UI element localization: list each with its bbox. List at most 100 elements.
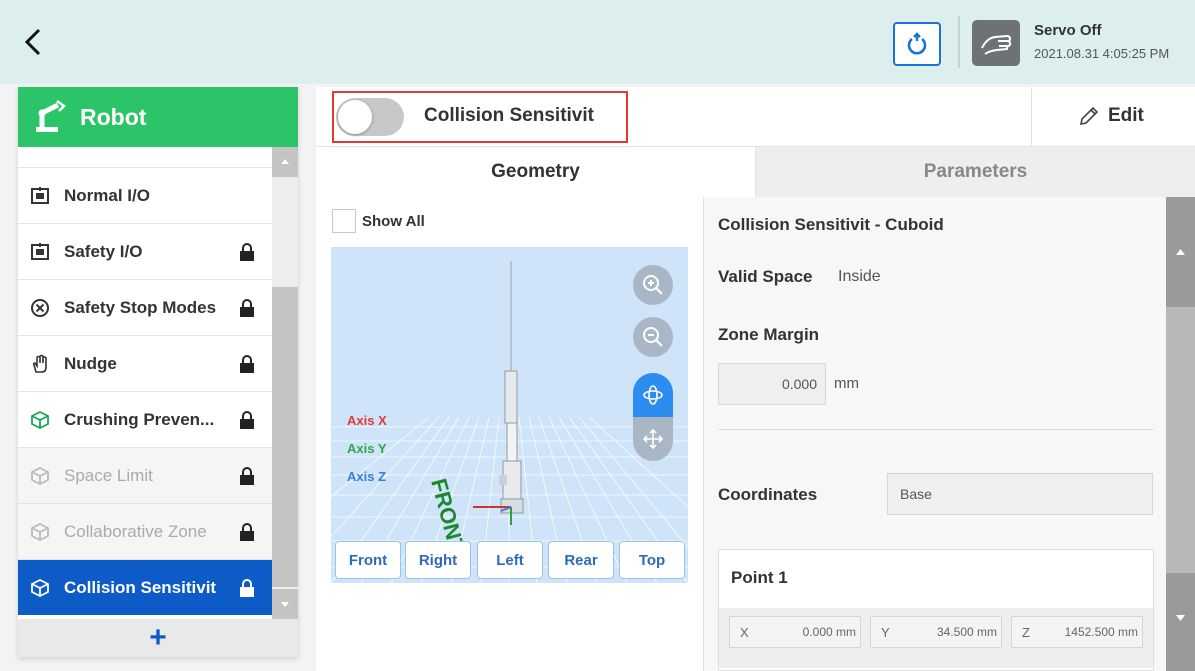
scroll-up-button[interactable]: [272, 147, 298, 177]
3d-viewer[interactable]: FRONT Axis X Axis Y Axis Z Front Right L…: [331, 247, 688, 583]
sidebar-item-space-limit[interactable]: Space Limit: [18, 447, 272, 503]
coordinates-select[interactable]: Base: [887, 473, 1153, 515]
reset-button[interactable]: [893, 22, 941, 66]
hand-icon: [30, 354, 50, 374]
sidebar: Robot Normal I/O Safety I/O Safety Stop …: [18, 87, 298, 657]
lock-icon: [240, 354, 254, 373]
io-port-icon: [30, 186, 50, 206]
lock-icon: [240, 410, 254, 429]
rotate-mode-button[interactable]: [633, 373, 673, 417]
refresh-icon: [907, 32, 927, 55]
zoom-in-icon: [643, 275, 663, 295]
point-1-z-field[interactable]: Z 1452.500 mm: [1011, 616, 1143, 648]
view-top-button[interactable]: Top: [619, 541, 685, 579]
zone-enable-toggle[interactable]: [336, 98, 404, 136]
scroll-down-button[interactable]: [272, 589, 298, 619]
sidebar-header: Robot: [18, 87, 298, 147]
zone-margin-input[interactable]: 0.000: [718, 363, 826, 405]
sidebar-item-label: Safety Stop Modes: [64, 297, 217, 317]
point-1-coordinates: X 0.000 mm Y 34.500 mm Z 1452.500 mm: [719, 608, 1153, 668]
scroll-down-button[interactable]: [1166, 573, 1195, 671]
rotate-icon: [643, 385, 663, 405]
triangle-down-icon: [1176, 615, 1185, 621]
chevron-left-icon: [24, 28, 41, 56]
robot-arm-icon: [36, 99, 66, 132]
cube-icon: [30, 410, 50, 430]
scroll-thumb[interactable]: [272, 287, 298, 587]
back-button[interactable]: [14, 22, 54, 62]
lock-icon: [240, 578, 254, 597]
show-all-option[interactable]: Show All: [332, 209, 425, 233]
axis-z-label: Axis Z: [347, 469, 387, 484]
edit-button[interactable]: Edit: [1078, 105, 1144, 127]
sidebar-item-label: Normal I/O: [64, 185, 150, 205]
coordinates-label: Coordinates: [718, 485, 818, 504]
cube-icon: [30, 466, 50, 486]
y-value: 34.500 mm: [936, 625, 997, 639]
view-right-button[interactable]: Right: [405, 541, 471, 579]
lock-icon: [240, 466, 254, 485]
pan-icon: [642, 428, 664, 450]
view-left-button[interactable]: Left: [477, 541, 543, 579]
scroll-up-button[interactable]: [1166, 197, 1195, 307]
io-port-icon: [30, 242, 50, 262]
stop-circle-icon: [30, 298, 50, 318]
cube-icon: [30, 578, 50, 598]
header-separator: [958, 16, 960, 68]
sidebar-item-collision-sensitivity[interactable]: Collision Sensitivit: [18, 559, 272, 615]
zone-title: Collision Sensitivit: [424, 105, 594, 126]
zone-details: Collision Sensitivit - Cuboid Valid Spac…: [704, 197, 1166, 671]
datetime: 2021.08.31 4:05:25 PM: [1034, 46, 1170, 61]
z-axis-label: Z: [1022, 624, 1030, 640]
edit-separator: [1031, 87, 1032, 147]
sidebar-item-label: Crushing Preven...: [64, 409, 215, 429]
sidebar-item-label: Nudge: [64, 353, 117, 373]
point-1-x-field[interactable]: X 0.000 mm: [729, 616, 861, 648]
sidebar-item-normal-io[interactable]: Normal I/O: [18, 167, 272, 223]
axis-y-label: Axis Y: [347, 441, 387, 456]
sidebar-item-safety-io[interactable]: Safety I/O: [18, 223, 272, 279]
tab-parameters[interactable]: Parameters: [755, 147, 1195, 197]
view-rear-button[interactable]: Rear: [548, 541, 614, 579]
details-scrollbar[interactable]: [1166, 197, 1195, 671]
y-axis-label: Y: [881, 624, 890, 640]
cube-icon: [30, 522, 50, 542]
triangle-down-icon: [281, 602, 289, 607]
tab-geometry[interactable]: Geometry: [316, 147, 755, 197]
sidebar-scrollbar[interactable]: [272, 147, 298, 619]
x-value: 0.000 mm: [802, 625, 856, 639]
point-1-y-field[interactable]: Y 34.500 mm: [870, 616, 1002, 648]
zone-shape-title: Collision Sensitivit - Cuboid: [718, 215, 944, 234]
zone-title-row: Collision Sensitivit Edit: [316, 87, 1195, 147]
servo-toggle[interactable]: [972, 20, 1020, 66]
zoom-out-icon: [643, 327, 663, 347]
add-zone-button[interactable]: +: [18, 619, 298, 657]
edit-label: Edit: [1108, 105, 1144, 126]
pan-mode-button[interactable]: [633, 417, 673, 461]
triangle-up-icon: [281, 159, 289, 164]
show-all-checkbox[interactable]: [332, 209, 356, 233]
scroll-thumb[interactable]: [1166, 307, 1195, 573]
sidebar-item-crushing-prevention[interactable]: Crushing Preven...: [18, 391, 272, 447]
sidebar-item-nudge[interactable]: Nudge: [18, 335, 272, 391]
sidebar-list: Normal I/O Safety I/O Safety Stop Modes …: [18, 147, 272, 619]
x-axis-label: X: [740, 624, 749, 640]
servo-status: Servo Off: [1034, 22, 1102, 39]
sidebar-item-label: Collaborative Zone: [64, 521, 207, 541]
point-1-card: Point 1 X 0.000 mm Y 34.500 mm Z 1452.50…: [718, 549, 1154, 671]
zone-margin-label: Zone Margin: [718, 325, 820, 344]
sidebar-item-label: Collision Sensitivit: [64, 577, 217, 597]
view-front-button[interactable]: Front: [335, 541, 401, 579]
divider: [718, 429, 1154, 430]
sidebar-item-safety-stop-modes[interactable]: Safety Stop Modes: [18, 279, 272, 335]
lock-icon: [240, 522, 254, 541]
z-value: 1452.500 mm: [1064, 625, 1138, 639]
lock-icon: [240, 242, 254, 261]
sidebar-item-label: Safety I/O: [64, 241, 143, 261]
sidebar-item-collaborative-zone[interactable]: Collaborative Zone: [18, 503, 272, 559]
valid-space-value: Inside: [838, 268, 881, 285]
main-panel: Collision Sensitivit Edit Geometry Param…: [316, 87, 1195, 671]
zoom-in-button[interactable]: [633, 265, 673, 305]
valid-space-label: Valid Space: [718, 267, 813, 286]
zoom-out-button[interactable]: [633, 317, 673, 357]
